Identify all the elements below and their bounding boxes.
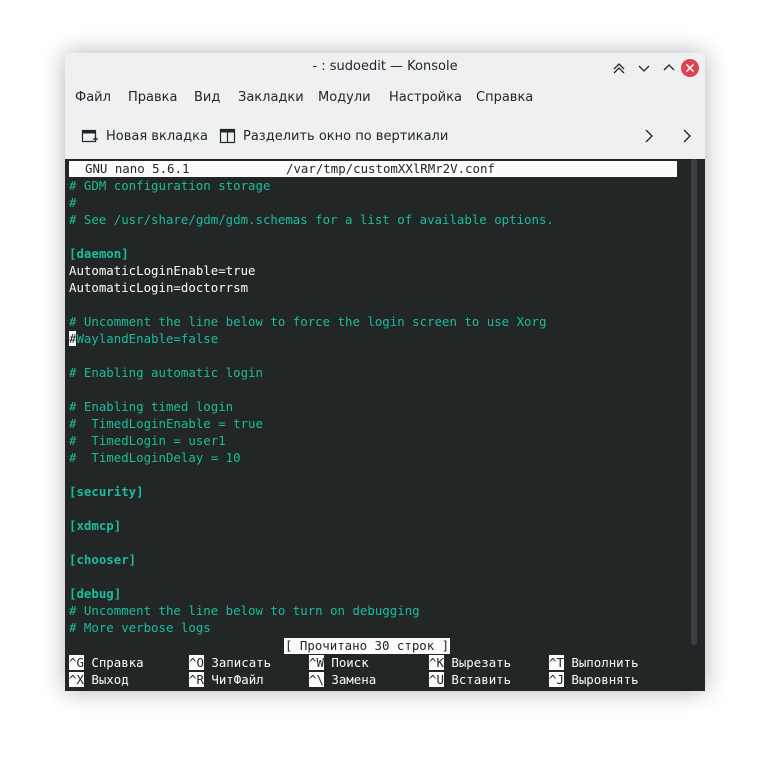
close-icon [681, 59, 699, 77]
shortcut-write-out[interactable]: ^O Записать [189, 654, 271, 671]
new-tab-button[interactable]: Новая вкладка [81, 125, 208, 147]
editor-line-15: # TimedLoginEnable = true [69, 416, 263, 431]
close-button[interactable] [680, 58, 700, 78]
editor-line-27: # More verbose logs [69, 620, 211, 635]
editor-line-14: # Enabling timed login [69, 399, 234, 414]
shortcut-key: ^J [549, 672, 564, 687]
title-bar[interactable]: - : sudoedit — Konsole [65, 53, 705, 83]
shortcut-label: ЧитФайл [211, 672, 264, 687]
shortcut-where-is[interactable]: ^W Поиск [309, 654, 369, 671]
shortcut-key: ^X [69, 672, 84, 687]
shortcut-label: Выполнить [571, 655, 639, 670]
editor-line-25: [debug] [69, 586, 122, 601]
shortcut-key: ^W [309, 655, 324, 670]
editor-line-9: # Uncomment the line below to force the … [69, 314, 547, 329]
shortcut-key: ^G [69, 655, 84, 670]
shortcut-label: Выход [91, 672, 129, 687]
shortcut-execute[interactable]: ^T Выполнить [549, 654, 639, 671]
editor-line-2: # [69, 195, 77, 210]
maximize-icon [663, 64, 675, 71]
shortcut-label: Вырезать [451, 655, 512, 670]
menu-plugins[interactable]: Модули [318, 90, 371, 105]
shortcut-key: ^U [429, 672, 444, 687]
toolbar-overflow-button[interactable] [677, 126, 697, 146]
editor-line-7: AutomaticLogin=doctorrsm [69, 280, 249, 295]
konsole-window: - : sudoedit — Konsole Файл Правка Вид З… [65, 53, 705, 691]
nano-filename: /var/tmp/customXXlRMr2V.conf [286, 161, 495, 176]
toolbar-next-button[interactable] [639, 126, 659, 146]
shortcut-key: ^O [189, 655, 204, 670]
maximize-button[interactable] [659, 58, 679, 78]
new-tab-icon [81, 129, 98, 143]
chevron-right-icon [645, 129, 653, 143]
toolbar: Новая вкладка Разделить окно по вертикал… [65, 117, 705, 153]
shortcut-exit[interactable]: ^X Выход [69, 671, 129, 688]
editor-line-10-text: WaylandEnable=false [76, 331, 219, 346]
shortcut-label: Выровнять [571, 672, 639, 687]
editor-line-1: # GDM configuration storage [69, 178, 271, 193]
minimize-icon [638, 65, 650, 72]
menu-bookmarks[interactable]: Закладки [238, 90, 304, 105]
shortcut-paste[interactable]: ^U Вставить [429, 671, 511, 688]
menu-view[interactable]: Вид [194, 90, 220, 105]
editor-line-10: #WaylandEnable=false [69, 330, 218, 347]
shortcut-cut[interactable]: ^K Вырезать [429, 654, 511, 671]
shortcut-key: ^\ [309, 672, 324, 687]
keep-above-icon [613, 63, 625, 74]
split-vertical-icon [219, 128, 236, 144]
chevron-right-icon [683, 129, 691, 143]
split-vertical-button[interactable]: Разделить окно по вертикали [219, 125, 448, 147]
editor-line-19: [security] [69, 484, 144, 499]
shortcut-key: ^R [189, 672, 204, 687]
editor-line-16: # TimedLogin = user1 [69, 433, 226, 448]
editor-line-23: [chooser] [69, 552, 137, 567]
new-tab-label: Новая вкладка [106, 128, 208, 144]
keep-above-button[interactable] [609, 58, 629, 78]
shortcut-label: Вставить [451, 672, 512, 687]
editor-line-17: # TimedLoginDelay = 10 [69, 450, 241, 465]
editor-line-5: [daemon] [69, 246, 129, 261]
shortcut-help[interactable]: ^G Справка [69, 654, 144, 671]
menu-settings[interactable]: Настройка [389, 90, 462, 105]
menu-edit[interactable]: Правка [128, 90, 177, 105]
nano-status-message: [ Прочитано 30 строк ] [284, 638, 451, 654]
shortcut-key: ^K [429, 655, 444, 670]
menu-file[interactable]: Файл [75, 90, 111, 105]
nano-title-bar: GNU nano 5.6.1 /var/tmp/customXXlRMr2V.c… [69, 161, 677, 177]
nano-version: GNU nano 5.6.1 [85, 161, 190, 176]
terminal-area[interactable]: GNU nano 5.6.1 /var/tmp/customXXlRMr2V.c… [65, 159, 705, 691]
shortcut-label: Записать [211, 655, 272, 670]
menu-bar: Файл Правка Вид Закладки Модули Настройк… [65, 83, 705, 113]
shortcut-read-file[interactable]: ^R ЧитФайл [189, 671, 264, 688]
shortcut-justify[interactable]: ^J Выровнять [549, 671, 639, 688]
editor-line-12: # Enabling automatic login [69, 365, 263, 380]
editor-line-6: AutomaticLoginEnable=true [69, 263, 256, 278]
editor-line-21: [xdmcp] [69, 518, 122, 533]
shortcut-label: Замена [331, 672, 377, 687]
split-vertical-label: Разделить окно по вертикали [243, 128, 449, 144]
editor-line-26: # Uncomment the line below to turn on de… [69, 603, 420, 618]
minimize-button[interactable] [634, 58, 654, 78]
terminal-scrollbar[interactable] [691, 159, 697, 645]
editor-line-3: # See /usr/share/gdm/gdm.schemas for a l… [69, 212, 554, 227]
shortcut-label: Справка [91, 655, 144, 670]
menu-help[interactable]: Справка [476, 90, 533, 105]
shortcut-label: Поиск [331, 655, 369, 670]
shortcut-key: ^T [549, 655, 564, 670]
shortcut-replace[interactable]: ^\ Замена [309, 671, 376, 688]
